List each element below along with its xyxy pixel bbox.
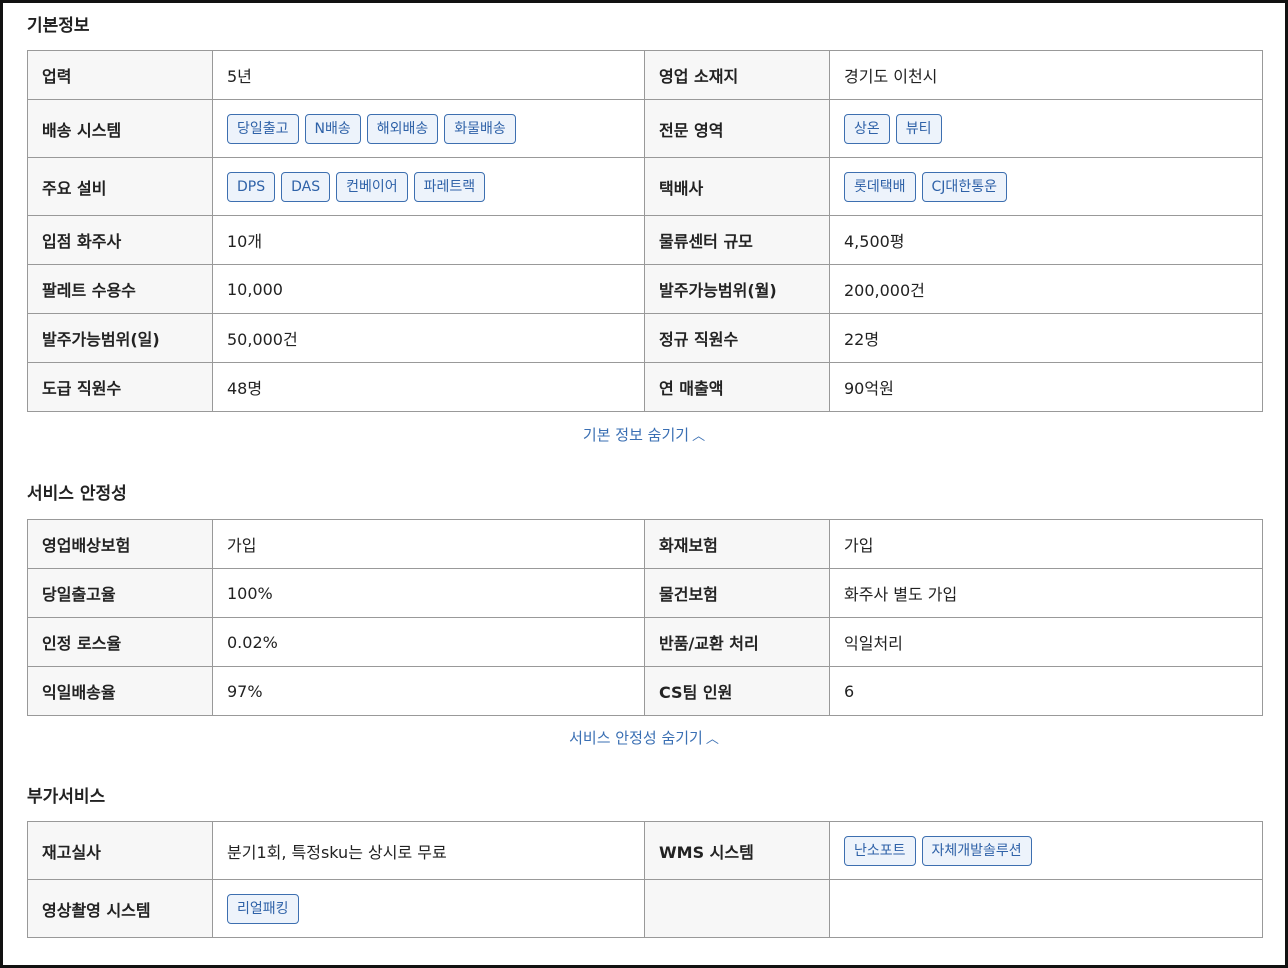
tag-chip: 컨베이어 xyxy=(336,171,408,202)
field-label: 영업배상보험 xyxy=(27,519,213,569)
field-label: 연 매출액 xyxy=(644,362,830,412)
tag-chip: 난소포트 xyxy=(844,835,916,866)
field-value: 97% xyxy=(212,666,645,716)
tag-chip: 뷰티 xyxy=(895,113,942,144)
field-label: 익일배송율 xyxy=(27,666,213,716)
toggle-label: 서비스 안정성 숨기기 xyxy=(569,729,703,747)
table-row: 업력 5년 영업 소재지 경기도 이천시 xyxy=(27,50,1263,100)
toggle-label: 기본 정보 숨기기 xyxy=(582,426,690,444)
field-label: 화재보험 xyxy=(644,519,830,569)
section-title-stability: 서비스 안정성 xyxy=(27,484,127,504)
chevron-up-icon: ︿ xyxy=(705,732,719,747)
field-value: 100% xyxy=(212,568,645,618)
tag-list: 리얼패킹 xyxy=(212,879,645,938)
table-row: 도급 직원수 48명 연 매출액 90억원 xyxy=(27,362,1263,412)
field-label: 도급 직원수 xyxy=(27,362,213,412)
stability-section: 서비스 안정성 영업배상보험 가입 화재보험 가입 당일출고율 100% 물건보험 화주사 별… xyxy=(27,446,1263,749)
field-label: 전문 영역 xyxy=(644,99,830,158)
stability-toggle-button[interactable]: 서비스 안정성 숨기기 ︿ xyxy=(27,727,1261,749)
field-label: 발주가능범위(일) xyxy=(27,313,213,363)
field-value: 22명 xyxy=(829,313,1263,363)
field-value: 200,000건 xyxy=(829,264,1263,314)
tag-chip: 롯데택배 xyxy=(844,171,916,202)
field-value: 화주사 별도 가입 xyxy=(829,568,1263,618)
field-value: 10개 xyxy=(212,215,645,265)
tag-list: 상온 뷰티 xyxy=(829,99,1263,158)
table-row: 영업배상보험 가입 화재보험 가입 xyxy=(27,519,1263,569)
field-label: 정규 직원수 xyxy=(644,313,830,363)
tag-list: 난소포트 자체개발솔루션 xyxy=(829,821,1263,880)
field-label xyxy=(644,879,830,938)
stability-table: 영업배상보험 가입 화재보험 가입 당일출고율 100% 물건보험 화주사 별도 가입 인정 로… xyxy=(27,519,1263,716)
tag-chip: 파레트랙 xyxy=(413,171,486,202)
tag-chip: 리얼패킹 xyxy=(227,893,299,924)
field-value: 가입 xyxy=(829,519,1263,569)
field-label: 입점 화주사 xyxy=(27,215,213,265)
table-row: 발주가능범위(일) 50,000건 정규 직원수 22명 xyxy=(27,313,1263,363)
field-value: 6 xyxy=(829,666,1263,716)
table-row: 배송 시스템 당일출고 N배송 해외배송 화물배송 전문 영역 상온 뷰티 xyxy=(27,99,1263,158)
field-value: 분기1회, 특정sku는 상시로 무료 xyxy=(212,821,645,880)
field-label: 영상촬영 시스템 xyxy=(27,879,213,938)
table-row: 인정 로스율 0.02% 반품/교환 처리 익일처리 xyxy=(27,617,1263,667)
field-value xyxy=(829,879,1263,938)
field-value: 10,000 xyxy=(212,264,645,314)
tag-list: 당일출고 N배송 해외배송 화물배송 xyxy=(212,99,645,158)
table-row: 익일배송율 97% CS팀 인원 6 xyxy=(27,666,1263,716)
tag-chip: DAS xyxy=(281,171,331,202)
field-value: 48명 xyxy=(212,362,645,412)
tag-chip: 해외배송 xyxy=(366,113,439,144)
field-label: 당일출고율 xyxy=(27,568,213,618)
extra-service-table: 재고실사 분기1회, 특정sku는 상시로 무료 WMS 시스템 난소포트 자체개발솔루… xyxy=(27,821,1263,938)
field-label: 인정 로스율 xyxy=(27,617,213,667)
field-label: WMS 시스템 xyxy=(644,821,830,880)
basic-info-section: 기본정보 업력 5년 영업 소재지 경기도 이천시 배송 시스템 당일출고 N배송 해외배송 화… xyxy=(27,3,1263,446)
tag-chip: CJ대한통운 xyxy=(921,171,1007,202)
basic-info-table: 업력 5년 영업 소재지 경기도 이천시 배송 시스템 당일출고 N배송 해외배송 화물배송 전문… xyxy=(27,50,1263,412)
tag-chip: 화물배송 xyxy=(444,113,516,144)
tag-chip: 당일출고 xyxy=(227,113,299,144)
tag-list: DPS DAS 컨베이어 파레트랙 xyxy=(212,157,645,216)
table-row: 팔레트 수용수 10,000 발주가능범위(월) 200,000건 xyxy=(27,264,1263,314)
tag-list: 롯데택배 CJ대한통운 xyxy=(829,157,1263,216)
field-value: 50,000건 xyxy=(212,313,645,363)
chevron-up-icon: ︿ xyxy=(692,429,706,444)
field-label: 발주가능범위(월) xyxy=(644,264,830,314)
field-label: 주요 설비 xyxy=(27,157,213,216)
tag-chip: 상온 xyxy=(844,113,890,144)
field-value: 5년 xyxy=(212,50,645,100)
tag-chip: DPS xyxy=(227,171,276,202)
section-title-basic: 기본정보 xyxy=(27,16,90,36)
table-row: 주요 설비 DPS DAS 컨베이어 파레트랙 택배사 롯데택배 CJ대한통운 xyxy=(27,157,1263,216)
extra-service-section: 부가서비스 재고실사 분기1회, 특정sku는 상시로 무료 WMS 시스템 난소포트… xyxy=(27,749,1263,938)
tag-chip: N배송 xyxy=(304,113,361,144)
page-content: 기본정보 업력 5년 영업 소재지 경기도 이천시 배송 시스템 당일출고 N배송 해외배송 화… xyxy=(3,3,1285,938)
table-row: 입점 화주사 10개 물류센터 규모 4,500평 xyxy=(27,215,1263,265)
field-value: 익일처리 xyxy=(829,617,1263,667)
field-value: 가입 xyxy=(212,519,645,569)
field-label: 물류센터 규모 xyxy=(644,215,830,265)
section-title-extra: 부가서비스 xyxy=(27,787,106,807)
basic-info-toggle-button[interactable]: 기본 정보 숨기기 ︿ xyxy=(27,424,1261,446)
field-value: 0.02% xyxy=(212,617,645,667)
field-label: 팔레트 수용수 xyxy=(27,264,213,314)
field-label: 배송 시스템 xyxy=(27,99,213,158)
field-value: 90억원 xyxy=(829,362,1263,412)
field-label: CS팀 인원 xyxy=(644,666,830,716)
field-label: 반품/교환 처리 xyxy=(644,617,830,667)
field-label: 영업 소재지 xyxy=(644,50,830,100)
field-label: 업력 xyxy=(27,50,213,100)
table-row: 재고실사 분기1회, 특정sku는 상시로 무료 WMS 시스템 난소포트 자체개발솔루… xyxy=(27,821,1263,880)
field-value: 4,500평 xyxy=(829,215,1263,265)
table-row: 당일출고율 100% 물건보험 화주사 별도 가입 xyxy=(27,568,1263,618)
field-label: 택배사 xyxy=(644,157,830,216)
table-row: 영상촬영 시스템 리얼패킹 xyxy=(27,879,1263,938)
field-label: 재고실사 xyxy=(27,821,213,880)
field-label: 물건보험 xyxy=(644,568,830,618)
field-value: 경기도 이천시 xyxy=(829,50,1263,100)
tag-chip: 자체개발솔루션 xyxy=(921,835,1032,866)
